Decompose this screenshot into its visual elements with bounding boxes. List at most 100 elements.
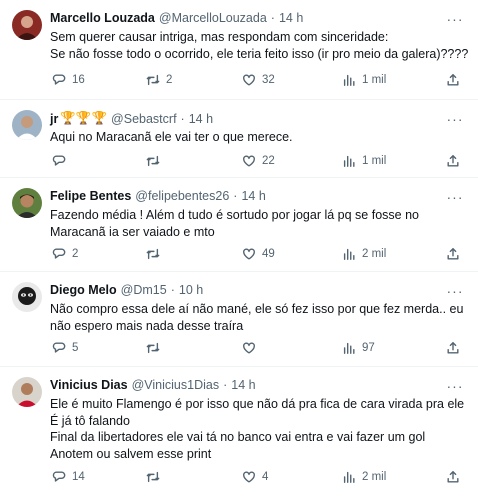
share-icon (447, 248, 459, 260)
display-name[interactable]: Vinicius Dias (50, 378, 128, 392)
timestamp[interactable]: 14 h (241, 189, 265, 203)
user-handle[interactable]: @felipebentes26 (135, 189, 229, 203)
more-icon[interactable]: ··· (446, 189, 464, 205)
trophy-emojis: 🏆🏆🏆 (60, 111, 108, 125)
timestamp[interactable]: 14 h (231, 378, 255, 392)
tweet-text-line: Se não fosse todo o ocorrido, ele teria … (50, 46, 469, 61)
display-name[interactable]: Felipe Bentes (50, 189, 131, 203)
views-icon (343, 471, 355, 483)
retweet-button[interactable] (146, 340, 166, 356)
reply-button[interactable]: 5 (52, 340, 78, 356)
user-handle[interactable]: @Vinicius1Dias (132, 378, 220, 392)
retweet-button[interactable] (146, 469, 166, 485)
reply-button[interactable]: 14 (52, 469, 85, 485)
views-button[interactable]: 2 mil (342, 246, 386, 262)
retweet-icon (146, 155, 160, 167)
views-button[interactable]: 1 mil (342, 153, 386, 169)
views-button[interactable]: 1 mil (342, 72, 386, 88)
more-icon[interactable]: ··· (446, 111, 464, 127)
action-bar: 16 2 32 1 mil (50, 72, 464, 88)
share-icon (447, 155, 459, 167)
user-handle[interactable]: @MarcelloLouzada (159, 11, 267, 25)
avatar[interactable] (12, 10, 42, 40)
tweet-4[interactable]: Diego Melo @Dm15 · 10 h ··· Não compro e… (0, 272, 478, 367)
retweet-button[interactable] (146, 246, 166, 262)
views-count: 2 mil (362, 471, 387, 483)
user-handle[interactable]: @Sebastcrf (111, 112, 177, 126)
tweet-text-line: Fazendo média ! Além d tudo é sortudo po… (50, 208, 419, 222)
reply-icon (52, 471, 66, 482)
tweet-text-line: não espero mais nada desse traíra (50, 318, 244, 333)
like-button[interactable]: 32 (242, 72, 275, 88)
like-icon (243, 342, 255, 354)
like-button[interactable]: 49 (242, 246, 275, 262)
avatar[interactable] (12, 377, 42, 407)
like-count: 49 (262, 248, 275, 260)
like-count: 4 (262, 471, 269, 483)
share-icon (447, 471, 459, 483)
like-icon (243, 471, 255, 483)
timestamp[interactable]: 10 h (179, 283, 203, 297)
tweet-text-line: Ele é muito Flamengo é por isso que não … (50, 397, 465, 411)
tweet-text-line: Final da libertadores ele vai tá no banc… (50, 430, 426, 444)
share-button[interactable] (446, 246, 460, 262)
reply-icon (52, 155, 66, 166)
retweet-button[interactable]: 2 (146, 72, 172, 88)
tweet-text: Não compro essa dele aí não mané, ele só… (50, 301, 464, 334)
tweet-1[interactable]: Marcello Louzada @MarcelloLouzada · 14 h… (0, 0, 478, 100)
reply-count: 14 (72, 471, 85, 483)
display-name[interactable]: Marcello Louzada (50, 11, 155, 25)
more-icon[interactable]: ··· (446, 283, 464, 299)
timestamp[interactable]: 14 h (279, 11, 303, 25)
reply-icon (52, 342, 66, 353)
views-count: 2 mil (362, 248, 387, 260)
action-bar: 22 1 mil (50, 153, 464, 169)
views-icon (343, 74, 355, 86)
like-button[interactable]: 4 (242, 469, 268, 485)
views-icon (343, 248, 355, 260)
views-button[interactable]: 2 mil (342, 469, 386, 485)
separator-dot: · (170, 283, 175, 297)
avatar[interactable] (12, 188, 42, 218)
tweet-2[interactable]: jr 🏆🏆🏆 @Sebastcrf · 14 h ··· Aqui no Mar… (0, 100, 478, 178)
share-button[interactable] (446, 469, 460, 485)
tweet-3[interactable]: Felipe Bentes @felipebentes26 · 14 h ···… (0, 178, 478, 272)
more-icon[interactable]: ··· (446, 11, 464, 27)
like-button[interactable]: 22 (242, 153, 275, 169)
retweet-icon (146, 74, 160, 86)
like-count: 22 (262, 155, 275, 167)
tweet-text: Sem querer causar intriga, mas respondam… (50, 29, 469, 62)
like-count: 32 (262, 74, 275, 86)
share-button[interactable] (446, 153, 460, 169)
share-button[interactable] (446, 340, 460, 356)
display-name[interactable]: Diego Melo (50, 283, 117, 297)
like-button[interactable] (242, 340, 262, 356)
reply-button[interactable]: 2 (52, 246, 78, 262)
display-name[interactable]: jr (50, 112, 58, 126)
action-bar: 5 97 (50, 340, 464, 356)
views-count: 97 (362, 342, 375, 354)
tweet-text-line: Maracanã ia ser vaiado e mto (50, 224, 215, 239)
user-handle[interactable]: @Dm15 (121, 283, 167, 297)
avatar[interactable] (12, 282, 42, 312)
reply-button[interactable] (52, 153, 72, 169)
tweet-text-line: Não compro essa dele aí não mané, ele só… (50, 302, 464, 316)
reply-icon (52, 74, 66, 85)
views-button[interactable]: 97 (342, 340, 375, 356)
action-bar: 2 49 2 mil (50, 246, 464, 262)
reply-icon (52, 248, 66, 259)
share-button[interactable] (446, 72, 460, 88)
avatar[interactable] (12, 110, 42, 140)
reply-count: 2 (72, 248, 79, 260)
timestamp[interactable]: 14 h (189, 112, 213, 126)
reply-button[interactable]: 16 (52, 72, 85, 88)
tweet-text-line: Anotem ou salvem esse print (50, 446, 212, 461)
tweet-text-line: Aqui no Maracanã ele vai ter o que merec… (50, 130, 293, 144)
like-icon (243, 74, 255, 86)
retweet-button[interactable] (146, 153, 166, 169)
action-bar: 14 4 2 mil (50, 469, 464, 485)
tweet-5[interactable]: Vinicius Dias @Vinicius1Dias · 14 h ··· … (0, 367, 478, 496)
retweet-icon (146, 342, 160, 354)
like-icon (243, 248, 255, 260)
more-icon[interactable]: ··· (446, 378, 464, 394)
